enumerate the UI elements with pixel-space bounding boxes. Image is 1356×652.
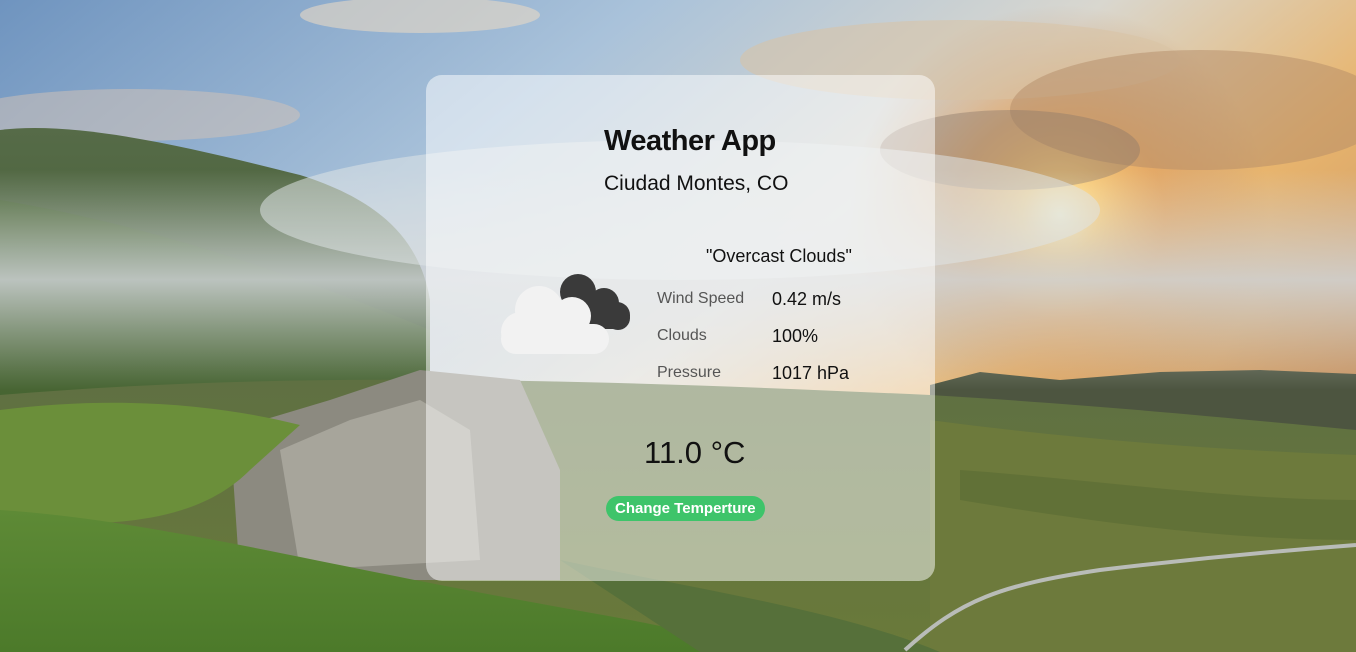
wind-speed-label: Wind Speed — [657, 290, 745, 307]
pressure-value: 1017 hPa — [772, 363, 850, 383]
pressure-label: Pressure — [657, 364, 722, 381]
clouds-value: 100% — [772, 326, 819, 346]
weather-card: Weather App Ciudad Montes, CO "Overcast … — [426, 75, 935, 581]
weather-description: "Overcast Clouds" — [706, 246, 852, 266]
wind-speed-value: 0.42 m/s — [772, 289, 842, 309]
app-title: Weather App — [604, 125, 776, 157]
temperature-display: 11.0 °C — [644, 435, 746, 470]
overcast-clouds-icon — [499, 272, 631, 357]
clouds-label: Clouds — [657, 327, 707, 344]
change-temperature-button[interactable]: Change Temperture — [606, 496, 765, 521]
location-name: Ciudad Montes, CO — [604, 172, 789, 195]
